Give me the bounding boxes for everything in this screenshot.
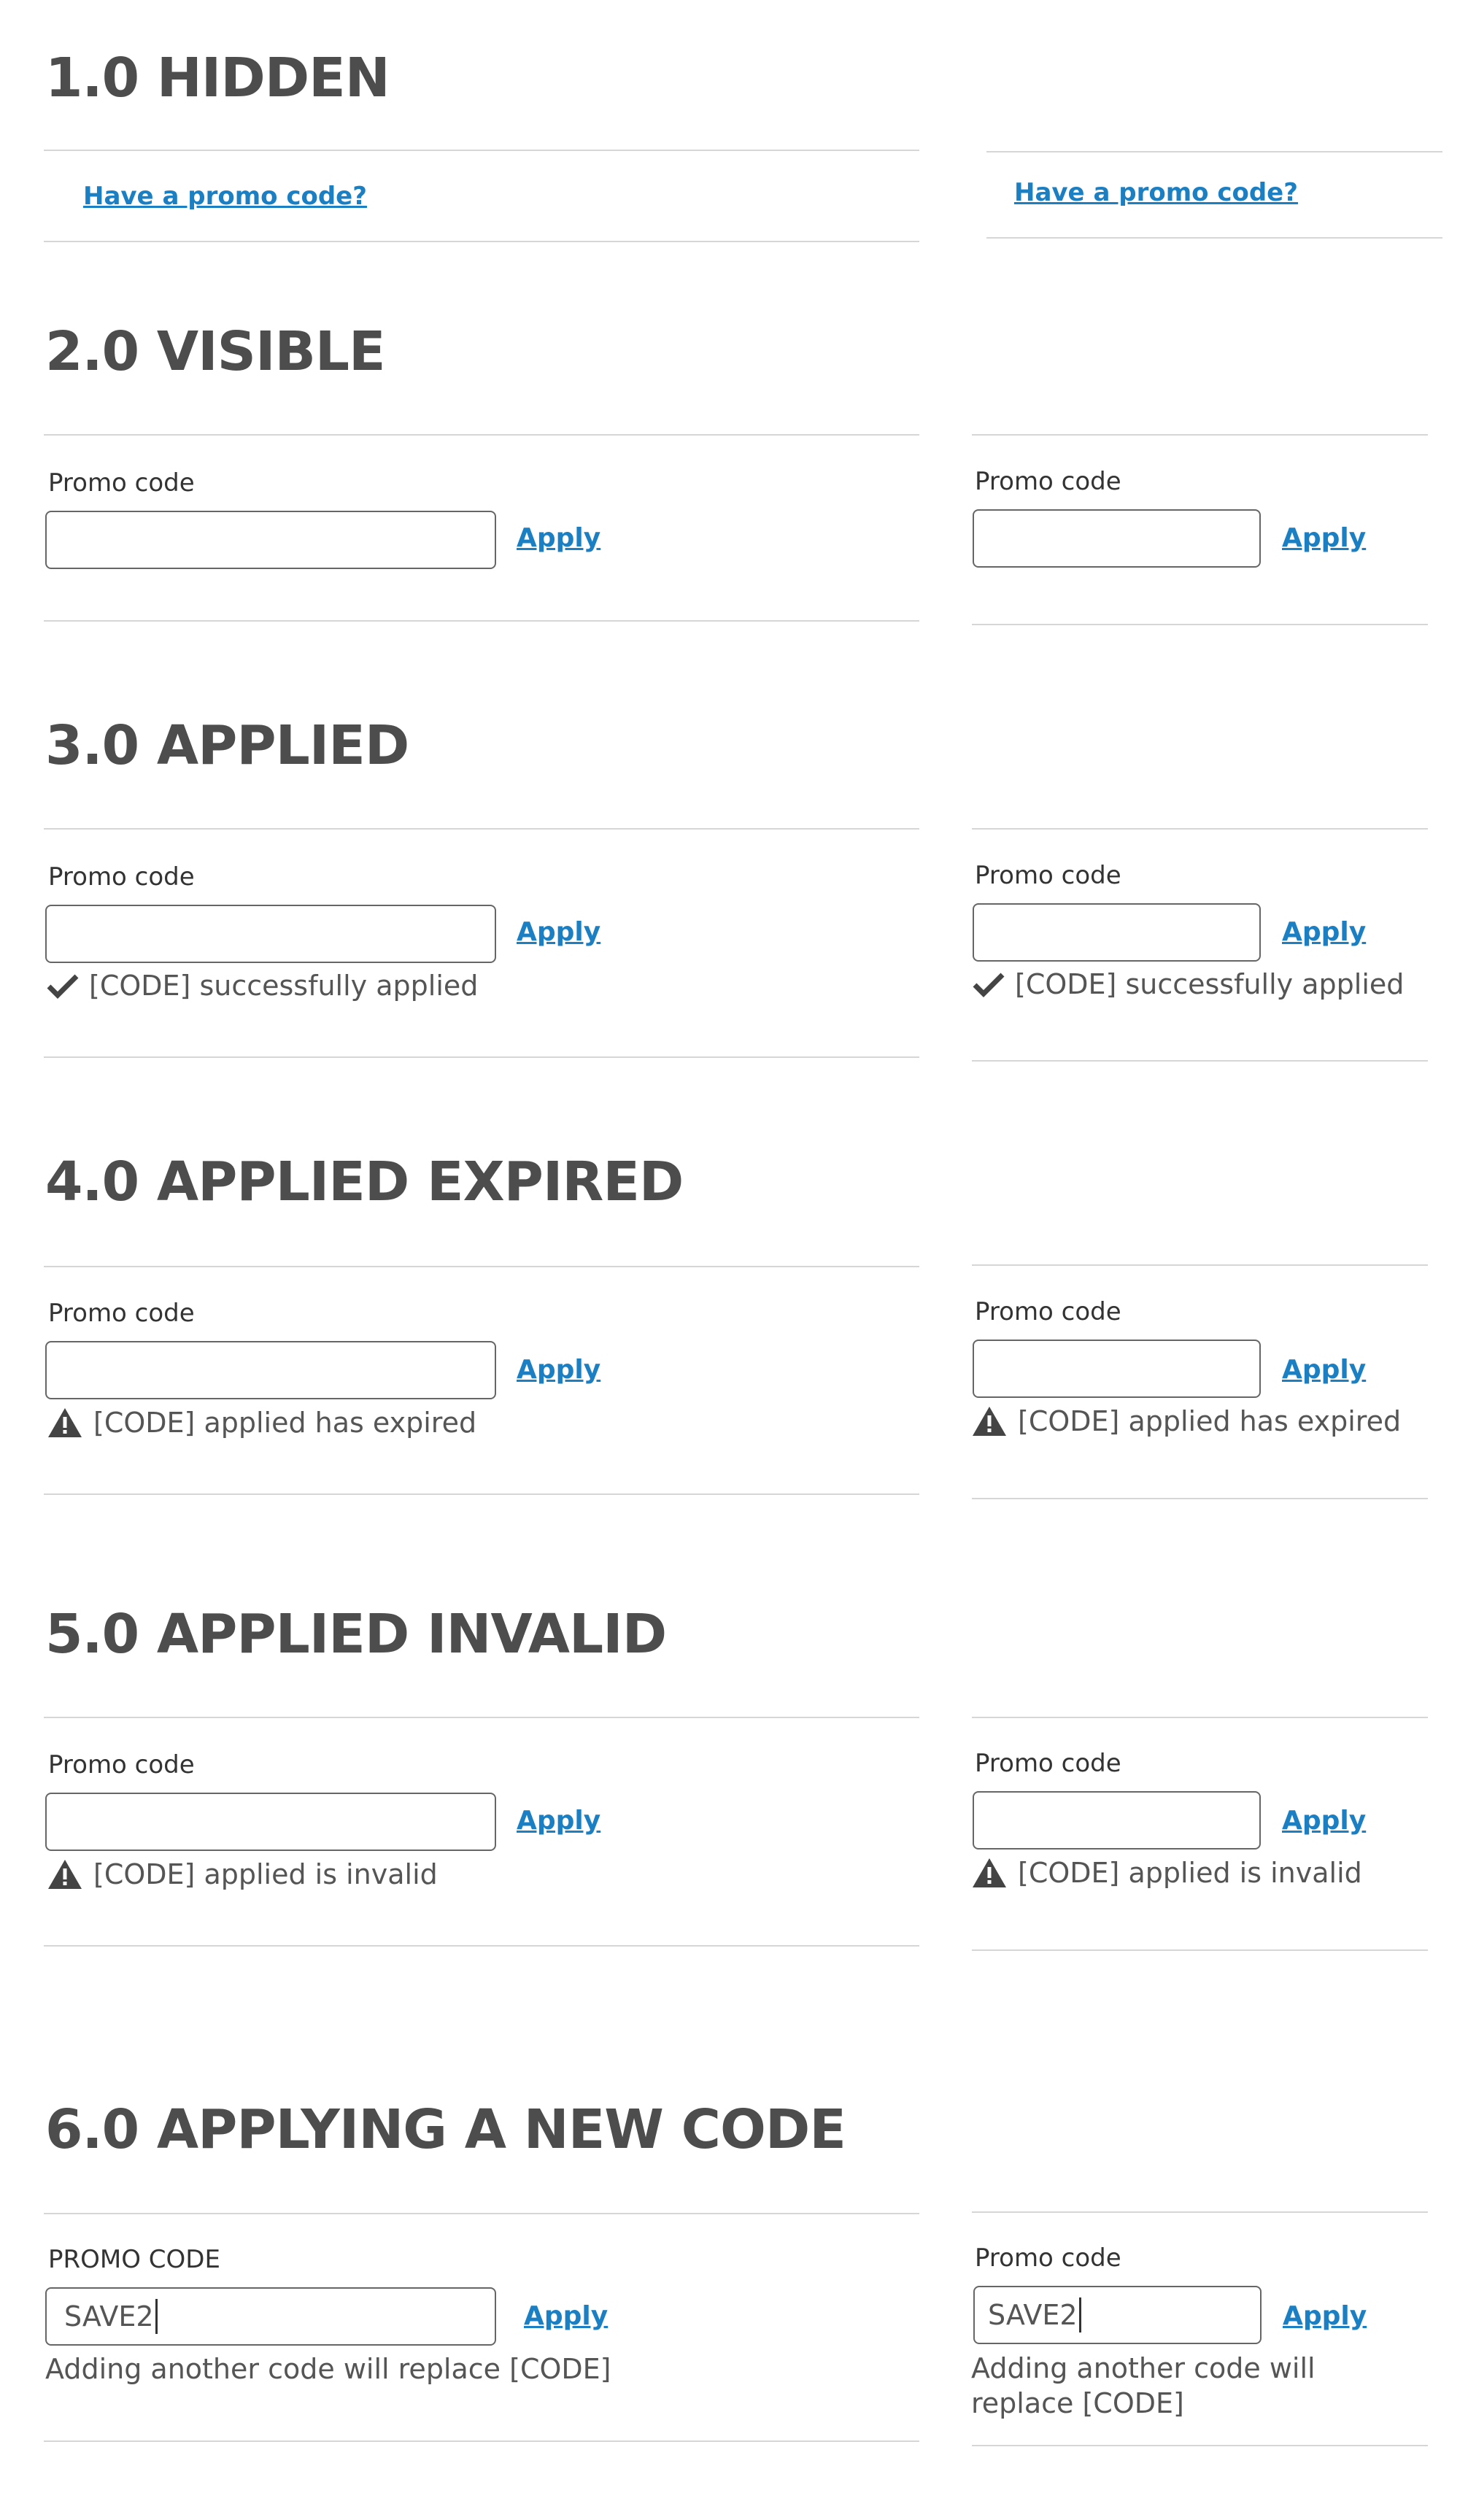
replace-code-note-line: Adding another code will (971, 2352, 1316, 2384)
promo-code-label-narrow: Promo code (975, 467, 1121, 496)
section-title-expired: 4.0 APPLIED EXPIRED (45, 1151, 684, 1213)
section-title-new-code: 6.0 APPLYING A NEW CODE (45, 2098, 846, 2161)
promo-code-input-value: SAVE2 (988, 2299, 1078, 2331)
divider (44, 2440, 919, 2442)
section-title-applied: 3.0 APPLIED (45, 714, 409, 777)
divider (44, 2213, 919, 2214)
promo-code-label-narrow: Promo code (975, 2243, 1121, 2273)
promo-code-label-caps: PROMO CODE (48, 2245, 220, 2274)
apply-button[interactable]: Apply (517, 1808, 600, 1834)
divider (44, 1056, 919, 1058)
success-message: [CODE] successfully applied (47, 972, 478, 1000)
divider (44, 150, 919, 151)
success-message-text: [CODE] successfully applied (89, 970, 479, 1002)
invalid-message-narrow: [CODE] applied is invalid (971, 1857, 1362, 1889)
divider (972, 1949, 1428, 1951)
divider (44, 620, 919, 622)
success-message-narrow: [CODE] successfully applied (973, 970, 1404, 998)
section-title-visible: 2.0 VISIBLE (45, 320, 386, 383)
section-title-hidden: 1.0 HIDDEN (45, 47, 390, 109)
divider (986, 151, 1442, 152)
divider (44, 1717, 919, 1718)
promo-code-label: Promo code (48, 1750, 195, 1779)
warning-icon (973, 1858, 1006, 1887)
promo-code-label-narrow: Promo code (975, 1297, 1121, 1326)
promo-code-input[interactable] (45, 1793, 496, 1851)
section-title-invalid: 5.0 APPLIED INVALID (45, 1603, 667, 1666)
invalid-message: [CODE] applied is invalid (47, 1858, 438, 1890)
apply-button-narrow[interactable]: Apply (1282, 1808, 1366, 1834)
promo-code-label: Promo code (48, 862, 195, 892)
promo-code-input[interactable]: SAVE2 (45, 2287, 496, 2346)
divider (972, 1717, 1428, 1718)
divider (972, 1060, 1428, 1062)
have-promo-code-link-narrow[interactable]: Have a promo code? (1014, 180, 1298, 205)
promo-code-input[interactable] (45, 1341, 496, 1399)
promo-code-input-narrow[interactable] (973, 1340, 1261, 1398)
warning-icon (48, 1860, 82, 1889)
divider (44, 1493, 919, 1495)
check-icon (47, 974, 79, 999)
expired-message-text: [CODE] applied has expired (1018, 1405, 1402, 1437)
divider (44, 1945, 919, 1947)
divider (986, 237, 1442, 239)
apply-button[interactable]: Apply (517, 525, 600, 552)
divider (44, 1266, 919, 1267)
divider (44, 434, 919, 436)
divider (44, 241, 919, 242)
invalid-message-text: [CODE] applied is invalid (1018, 1857, 1362, 1889)
divider (972, 1498, 1428, 1499)
warning-icon (973, 1407, 1006, 1436)
divider (972, 624, 1428, 625)
promo-code-input-narrow[interactable]: SAVE2 (973, 2286, 1262, 2344)
apply-button-narrow[interactable]: Apply (1282, 1357, 1366, 1383)
divider (972, 434, 1428, 436)
success-message-text: [CODE] successfully applied (1015, 968, 1405, 1000)
promo-code-input[interactable] (45, 905, 496, 963)
promo-code-label: Promo code (48, 468, 195, 498)
invalid-message-text: [CODE] applied is invalid (93, 1858, 438, 1890)
text-caret (155, 2299, 158, 2334)
warning-icon (48, 1408, 82, 1437)
divider (972, 2211, 1428, 2213)
promo-code-label-narrow: Promo code (975, 1749, 1121, 1778)
apply-button[interactable]: Apply (517, 919, 600, 946)
check-icon (973, 973, 1005, 997)
promo-code-input[interactable] (45, 511, 496, 569)
apply-button-narrow[interactable]: Apply (1282, 919, 1366, 946)
apply-button[interactable]: Apply (524, 2303, 608, 2330)
promo-code-input-value: SAVE2 (64, 2300, 154, 2332)
apply-button[interactable]: Apply (517, 1357, 600, 1383)
divider (972, 1264, 1428, 1266)
expired-message-text: [CODE] applied has expired (93, 1407, 477, 1439)
promo-code-label-narrow: Promo code (975, 861, 1121, 890)
have-promo-code-link[interactable]: Have a promo code? (83, 184, 367, 209)
expired-message: [CODE] applied has expired (47, 1407, 476, 1439)
promo-code-input-narrow[interactable] (973, 509, 1261, 568)
promo-code-label: Promo code (48, 1299, 195, 1328)
apply-button-narrow[interactable]: Apply (1283, 2303, 1367, 2330)
divider (44, 828, 919, 830)
text-caret (1078, 2297, 1081, 2332)
expired-message-narrow: [CODE] applied has expired (971, 1405, 1401, 1437)
replace-code-note-narrow: Adding another code will replace [CODE] (971, 2351, 1316, 2421)
replace-code-note: Adding another code will replace [CODE] (45, 2353, 611, 2385)
promo-code-input-narrow[interactable] (973, 903, 1261, 962)
apply-button-narrow[interactable]: Apply (1282, 525, 1366, 552)
divider (972, 2445, 1428, 2446)
replace-code-note-line: replace [CODE] (971, 2387, 1184, 2419)
divider (972, 828, 1428, 830)
promo-code-input-narrow[interactable] (973, 1791, 1261, 1850)
